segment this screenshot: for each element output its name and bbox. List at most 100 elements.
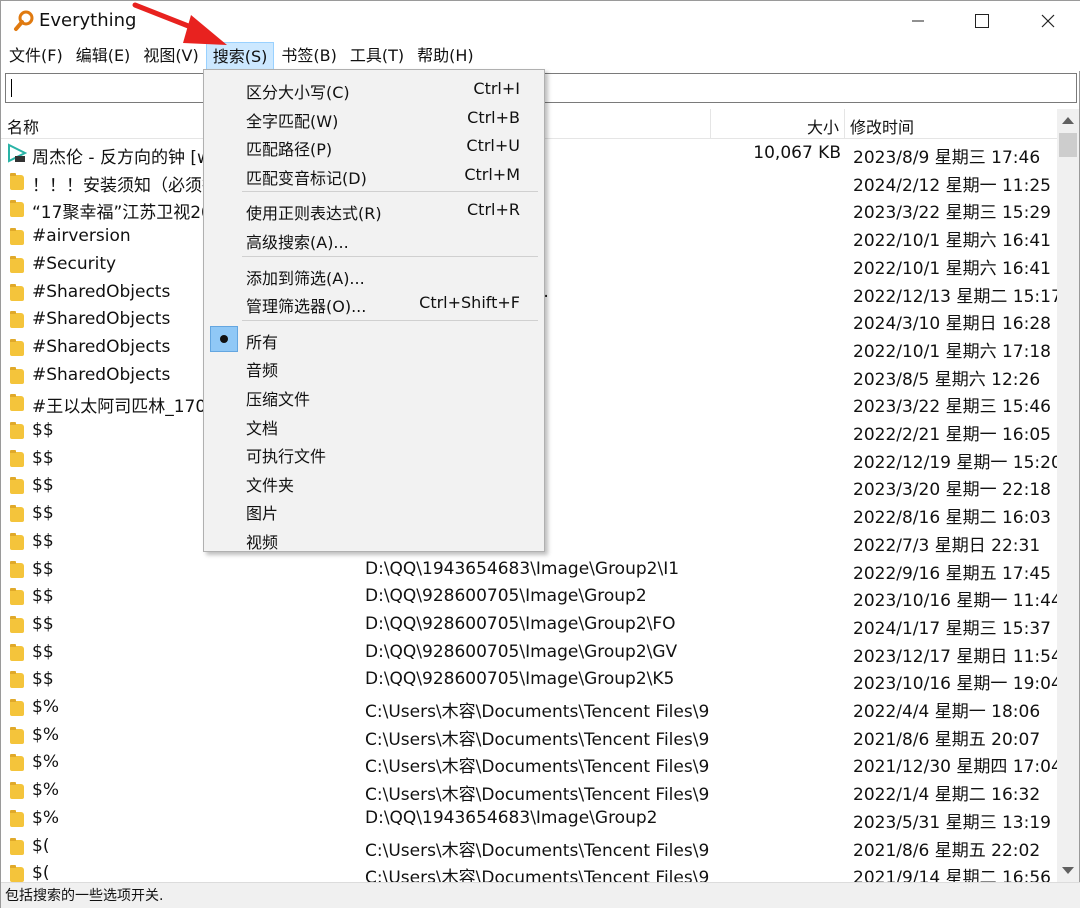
search-menu-item[interactable]: 匹配变音标记(D) Ctrl+M	[206, 160, 542, 188]
cell-modified: 2021/8/6 星期五 22:02	[853, 840, 1041, 861]
table-row[interactable]: $$ D:\QQ\1943654683\Image\Group2\I1 2022/9…	[1, 556, 1057, 584]
search-menu-item[interactable]: 图片	[206, 495, 542, 523]
menu-item-label: 全字匹配(W)	[246, 111, 339, 131]
cell-modified: 2024/1/17 星期三 15:37	[853, 618, 1051, 639]
search-menu-item[interactable]: 全字匹配(W) Ctrl+B	[206, 103, 542, 131]
folder-icon	[10, 477, 24, 495]
folder-icon	[10, 200, 24, 218]
cell-path: D:\QQ\928600705\Image\Group2\FO	[365, 613, 676, 634]
search-menu-item[interactable]: 文档	[206, 410, 542, 438]
folder-icon	[10, 754, 24, 772]
table-row[interactable]: $(C:\Users\木容\Documents\Tencent Files\9.…	[1, 833, 1057, 861]
search-menu-item[interactable]: 匹配路径(P) Ctrl+U	[206, 131, 542, 159]
magnifier-app-icon	[14, 10, 34, 31]
cell-modified: 2023/12/17 星期日 11:54	[853, 646, 1057, 667]
minimize-icon	[912, 20, 924, 22]
cell-modified: 2022/1/4 星期二 16:32	[853, 785, 1041, 806]
close-button[interactable]	[1015, 1, 1080, 41]
table-row[interactable]: $$ D:\QQ\928600705\Image\Group2\GV 2023/12…	[1, 639, 1057, 667]
menu-edit[interactable]: 编辑(E)	[70, 42, 137, 70]
vertical-scrollbar[interactable]	[1057, 109, 1079, 882]
search-menu-item[interactable]: 高级搜索(A)...	[206, 224, 542, 252]
folder-icon	[10, 228, 24, 246]
cell-modified: 2023/3/22 星期三 15:46	[853, 397, 1051, 418]
window-title: Everything	[39, 10, 137, 31]
cell-name: $$	[32, 641, 54, 662]
cell-modified: 2022/12/13 星期二 15:17	[853, 286, 1057, 307]
search-menu-item[interactable]: 区分大小写(C) Ctrl+I	[206, 74, 542, 102]
folder-icon	[10, 449, 24, 467]
search-menu-item[interactable]: 压缩文件	[206, 381, 542, 409]
column-divider[interactable]	[844, 109, 845, 139]
cell-modified: 2023/10/16 星期一 19:04	[853, 674, 1057, 695]
text-caret	[11, 79, 12, 97]
cell-modified: 2023/3/22 星期三 15:29	[853, 203, 1051, 224]
cell-modified: 2022/8/16 星期二 16:03	[853, 508, 1051, 529]
scroll-thumb[interactable]	[1059, 133, 1077, 157]
search-menu-item[interactable]: 可执行文件	[206, 438, 542, 466]
menu-item-shortcut: Ctrl+M	[464, 164, 520, 184]
cell-modified: 2022/10/1 星期六 16:41	[853, 231, 1051, 252]
folder-icon	[10, 671, 24, 689]
search-menu-item[interactable]: 音频	[206, 352, 542, 380]
folder-icon	[10, 283, 24, 301]
scroll-up-arrow-icon[interactable]	[1062, 117, 1074, 124]
cell-path: C:\Users\木容\Documents\Tencent Files\9...	[365, 757, 710, 778]
table-row[interactable]: $(C:\Users\木容\Documents\Tencent Files\9.…	[1, 860, 1057, 882]
cell-modified: 2023/10/16 星期一 11:44	[853, 591, 1057, 612]
search-menu-item[interactable]: 视频	[206, 524, 542, 552]
menu-tools[interactable]: 工具(T)	[344, 42, 410, 70]
table-row[interactable]: $% C:\Users\木容\Documents\Tencent Files\9.…	[1, 749, 1057, 777]
menu-view[interactable]: 视图(V)	[137, 42, 204, 70]
table-row[interactable]: $$ D:\QQ\928600705\Image\Group2\FO 2024/1/…	[1, 611, 1057, 639]
cell-path: D:\QQ\928600705\Image\Group2\GV	[365, 641, 678, 662]
folder-icon	[10, 366, 24, 384]
radio-check-icon	[210, 325, 238, 352]
menu-file[interactable]: 文件(F)	[3, 42, 69, 70]
cell-path: C:\Users\木容\Documents\Tencent Files\9...	[365, 840, 710, 861]
table-row[interactable]: $$ D:\QQ\928600705\Image\Group2\K5 2023/10…	[1, 666, 1057, 694]
search-menu-item[interactable]: 管理筛选器(O)... Ctrl+Shift+F	[206, 288, 542, 316]
table-row[interactable]: $% C:\Users\木容\Documents\Tencent Files\9.…	[1, 722, 1057, 750]
scroll-down-arrow-icon[interactable]	[1062, 867, 1074, 874]
search-menu-item[interactable]: 文件夹	[206, 467, 542, 495]
menu-item-shortcut: Ctrl+U	[466, 136, 520, 156]
maximize-icon	[975, 14, 989, 28]
column-modified-header[interactable]: 修改时间	[850, 114, 914, 138]
cell-modified: 2023/3/20 星期一 22:18	[853, 480, 1051, 501]
cell-modified: 2022/7/3 星期日 22:31	[853, 535, 1041, 556]
cell-path: C:\Users\木容\Documents\Tencent Files\9...	[365, 702, 710, 722]
table-row[interactable]: $$ D:\QQ\928600705\Image\Group2 2023/10/16…	[1, 583, 1057, 611]
menu-item-label: 图片	[246, 504, 279, 524]
everything-window: Everything 文件(F) 编辑(E) 视图(V) 搜索(S) 书签(B)…	[0, 0, 1080, 908]
column-divider[interactable]	[710, 109, 711, 139]
column-size-header[interactable]: 大小	[807, 114, 839, 138]
maximize-button[interactable]	[949, 1, 1015, 41]
folder-icon	[10, 782, 24, 800]
table-row[interactable]: $% D:\QQ\1943654683\Image\Group2 2023/5/31…	[1, 805, 1057, 833]
search-menu-item[interactable]: 使用正则表达式(R) Ctrl+R	[206, 195, 542, 223]
table-row[interactable]: $% C:\Users\木容\Documents\Tencent Files\9.…	[1, 694, 1057, 722]
menu-bookmarks[interactable]: 书签(B)	[275, 42, 342, 70]
menu-search[interactable]: 搜索(S)	[205, 42, 275, 70]
cell-name: $$	[32, 558, 54, 579]
menu-item-shortcut: Ctrl+R	[467, 200, 520, 220]
menu-item-label: 高级搜索(A)...	[246, 233, 349, 252]
folder-icon	[10, 505, 24, 523]
column-name-header[interactable]: 名称	[7, 114, 39, 138]
cell-name: $$	[32, 586, 54, 607]
search-menu-item[interactable]: 添加到筛选(A)...	[206, 260, 542, 288]
cell-path: C:\Users\木容\Documents\Tencent Files\9...	[365, 785, 710, 806]
close-icon	[1041, 14, 1055, 28]
menu-item-label: 匹配变音标记(D)	[246, 168, 367, 188]
menu-help[interactable]: 帮助(H)	[411, 42, 480, 70]
cell-modified: 2023/8/9 星期三 17:46	[853, 148, 1041, 168]
folder-icon	[10, 394, 24, 412]
menu-bar: 文件(F) 编辑(E) 视图(V) 搜索(S) 书签(B) 工具(T) 帮助(H…	[1, 41, 1080, 71]
table-row[interactable]: $% C:\Users\木容\Documents\Tencent Files\9.…	[1, 777, 1057, 805]
cell-name: $%	[32, 780, 59, 801]
search-menu-item[interactable]: 所有	[206, 324, 542, 352]
cell-modified: 2022/10/1 星期六 17:18	[853, 341, 1051, 362]
minimize-button[interactable]	[885, 1, 951, 41]
cell-modified: 2023/5/31 星期三 13:19	[853, 812, 1051, 833]
